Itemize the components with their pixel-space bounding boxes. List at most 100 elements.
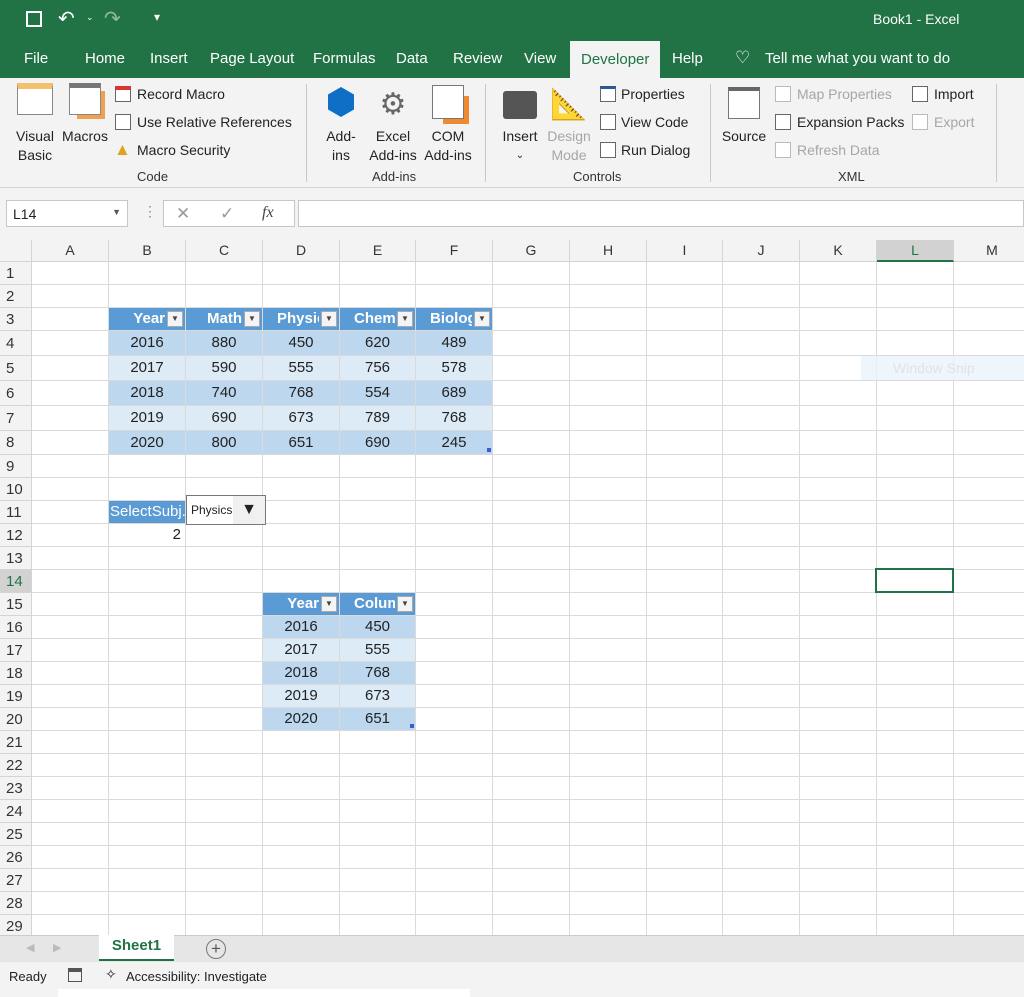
table-cell[interactable]: 2017 bbox=[263, 639, 339, 661]
select-subject-value[interactable]: 2 bbox=[109, 524, 185, 546]
table-header-cell[interactable]: Year ▼ bbox=[109, 308, 185, 330]
horizontal-scrollbar[interactable] bbox=[58, 989, 470, 997]
sheet-tab-sheet1[interactable]: Sheet1 bbox=[99, 935, 174, 961]
row-header-23[interactable]: 23 bbox=[0, 777, 32, 800]
customize-qat-icon[interactable]: ▾ bbox=[154, 10, 160, 24]
macro-recording-icon[interactable] bbox=[68, 968, 82, 982]
tab-developer[interactable]: Developer bbox=[570, 41, 661, 78]
column-header-H[interactable]: H bbox=[570, 240, 647, 262]
column-header-F[interactable]: F bbox=[416, 240, 493, 262]
table-cell[interactable]: 450 bbox=[263, 331, 339, 355]
row-header-15[interactable]: 15 bbox=[0, 593, 32, 616]
save-icon[interactable] bbox=[26, 11, 42, 27]
undo-dropdown-icon[interactable]: ⌄ bbox=[86, 12, 94, 23]
insert-control-button[interactable]: Insert ⌄ bbox=[498, 83, 542, 165]
table-cell[interactable]: 555 bbox=[340, 639, 415, 661]
design-mode-button[interactable]: 📐 Design Mode bbox=[545, 83, 593, 165]
row-header-4[interactable]: 4 bbox=[0, 331, 32, 356]
column-header-A[interactable]: A bbox=[32, 240, 109, 262]
table-cell[interactable]: 690 bbox=[340, 431, 415, 454]
scroll-right-icon[interactable]: ▶ bbox=[53, 941, 61, 954]
import-button[interactable]: Import bbox=[934, 86, 974, 102]
table-cell[interactable]: 740 bbox=[186, 381, 262, 405]
refresh-data-button[interactable]: Refresh Data bbox=[797, 142, 879, 158]
column-header-C[interactable]: C bbox=[186, 240, 263, 262]
enter-check-icon[interactable]: ✓ bbox=[220, 204, 234, 224]
macro-security-button[interactable]: Macro Security bbox=[137, 142, 230, 158]
column-header-I[interactable]: I bbox=[647, 240, 723, 262]
properties-button[interactable]: Properties bbox=[621, 86, 685, 102]
row-header-24[interactable]: 24 bbox=[0, 800, 32, 823]
selected-cell-border[interactable] bbox=[875, 568, 954, 593]
table-cell[interactable]: 2019 bbox=[109, 406, 185, 430]
column-header-J[interactable]: J bbox=[723, 240, 800, 262]
xml-source-button[interactable]: Source bbox=[720, 83, 768, 146]
table-cell[interactable]: 578 bbox=[416, 356, 492, 380]
view-code-button[interactable]: View Code bbox=[621, 114, 688, 130]
filter-dropdown-icon[interactable]: ▼ bbox=[321, 596, 337, 612]
column-header-E[interactable]: E bbox=[340, 240, 416, 262]
tab-insert[interactable]: Insert bbox=[150, 50, 188, 67]
table-cell[interactable]: 2016 bbox=[263, 616, 339, 638]
tab-data[interactable]: Data bbox=[396, 50, 428, 67]
table-cell[interactable]: 690 bbox=[186, 406, 262, 430]
row-header-5[interactable]: 5 bbox=[0, 356, 32, 381]
undo-icon[interactable]: ↶ bbox=[58, 6, 75, 31]
name-box[interactable]: L14 ▼ bbox=[6, 200, 128, 227]
table-cell[interactable]: 2020 bbox=[263, 708, 339, 730]
add-ins-button[interactable]: Add-ins bbox=[320, 83, 362, 165]
table-cell[interactable]: 2018 bbox=[263, 662, 339, 684]
column-header-K[interactable]: K bbox=[800, 240, 877, 262]
table-cell[interactable]: 768 bbox=[416, 406, 492, 430]
record-macro-button[interactable]: Record Macro bbox=[137, 86, 225, 102]
redo-icon[interactable]: ↷ bbox=[104, 6, 121, 31]
filter-dropdown-icon[interactable]: ▼ bbox=[321, 311, 337, 327]
table-cell[interactable]: 651 bbox=[340, 708, 415, 730]
table-cell[interactable]: 2017 bbox=[109, 356, 185, 380]
row-header-12[interactable]: 12 bbox=[0, 524, 32, 547]
table-header-cell[interactable]: Biolog ▼ bbox=[416, 308, 492, 330]
table-cell[interactable]: 2019 bbox=[263, 685, 339, 707]
export-button[interactable]: Export bbox=[934, 114, 974, 130]
excel-add-ins-button[interactable]: ⚙ Excel Add-ins bbox=[366, 83, 420, 165]
table-cell[interactable]: 555 bbox=[263, 356, 339, 380]
insert-function-icon[interactable]: fx bbox=[262, 204, 274, 222]
run-dialog-button[interactable]: Run Dialog bbox=[621, 142, 690, 158]
filter-dropdown-icon[interactable]: ▼ bbox=[244, 311, 260, 327]
row-header-7[interactable]: 7 bbox=[0, 406, 32, 431]
table-cell[interactable]: 2016 bbox=[109, 331, 185, 355]
table-cell[interactable]: 489 bbox=[416, 331, 492, 355]
tab-home[interactable]: Home bbox=[85, 50, 125, 67]
column-header-G[interactable]: G bbox=[493, 240, 570, 262]
macros-button[interactable]: Macros bbox=[60, 83, 110, 146]
row-header-6[interactable]: 6 bbox=[0, 381, 32, 406]
table-cell[interactable]: 620 bbox=[340, 331, 415, 355]
tab-file[interactable]: File bbox=[24, 50, 48, 67]
table-cell[interactable]: 800 bbox=[186, 431, 262, 454]
drag-handle-icon[interactable]: ⋮ bbox=[143, 203, 157, 220]
column-header-L[interactable]: L bbox=[877, 240, 954, 262]
tab-page-layout[interactable]: Page Layout bbox=[210, 50, 294, 67]
use-relative-references-button[interactable]: Use Relative References bbox=[137, 114, 292, 130]
table-resize-handle[interactable] bbox=[487, 448, 491, 452]
filter-dropdown-icon[interactable]: ▼ bbox=[167, 311, 183, 327]
row-header-28[interactable]: 28 bbox=[0, 892, 32, 915]
worksheet-grid[interactable]: A B C D E F G H I J K L M 1 2 3 4 5 6 7 8 9 10 11 12 13 14 15 16 17 18… bbox=[0, 240, 1024, 938]
row-header-14[interactable]: 14 bbox=[0, 570, 32, 593]
table-cell[interactable]: 2018 bbox=[109, 381, 185, 405]
com-add-ins-button[interactable]: COM Add-ins bbox=[421, 83, 475, 165]
table-cell[interactable]: 768 bbox=[340, 662, 415, 684]
row-header-1[interactable]: 1 bbox=[0, 262, 32, 285]
cancel-icon[interactable]: ✕ bbox=[176, 204, 190, 224]
tell-me-search[interactable]: Tell me what you want to do bbox=[765, 50, 950, 67]
row-header-3[interactable]: 3 bbox=[0, 308, 32, 331]
table-cell[interactable]: 789 bbox=[340, 406, 415, 430]
formula-input[interactable] bbox=[298, 200, 1024, 227]
row-header-18[interactable]: 18 bbox=[0, 662, 32, 685]
table-header-cell[interactable]: Math ▼ bbox=[186, 308, 262, 330]
row-header-26[interactable]: 26 bbox=[0, 846, 32, 869]
row-header-25[interactable]: 25 bbox=[0, 823, 32, 846]
filter-dropdown-icon[interactable]: ▼ bbox=[397, 311, 413, 327]
row-header-20[interactable]: 20 bbox=[0, 708, 32, 731]
combo-dropdown-icon[interactable]: ▼ bbox=[233, 496, 265, 524]
